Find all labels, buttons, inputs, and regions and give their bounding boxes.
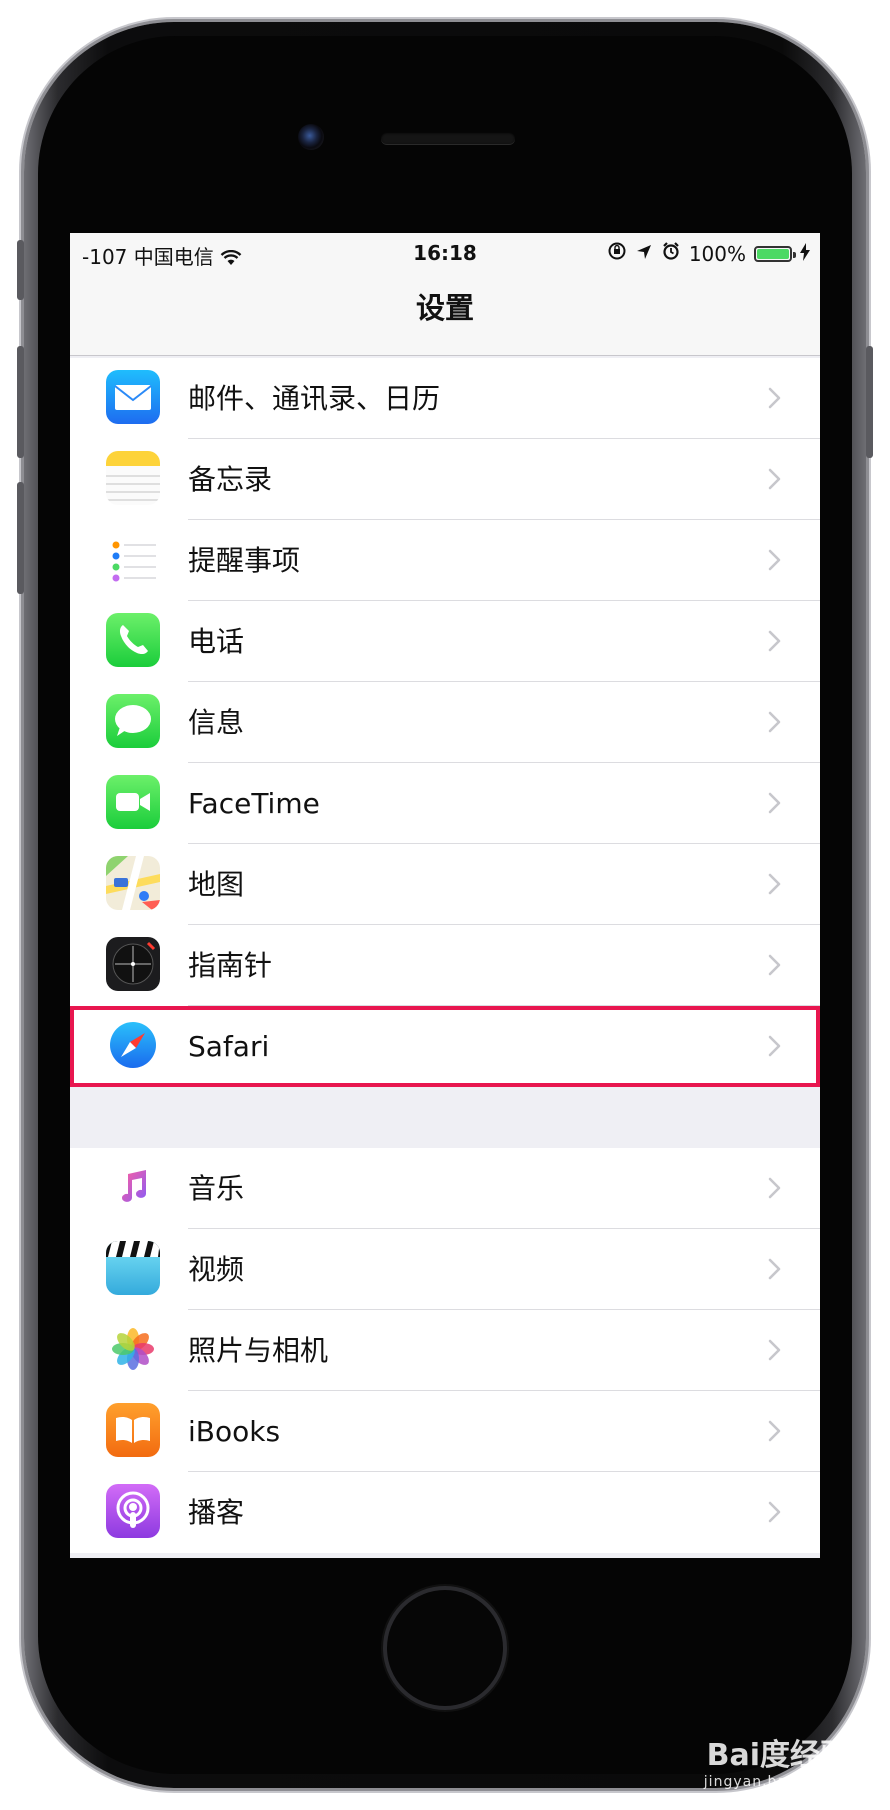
page-title: 设置 [415,291,474,325]
settings-row-label: 信息 [188,706,245,739]
chevron-right-icon [762,1419,786,1443]
settings-row-music[interactable]: 音乐 [70,1148,820,1229]
chevron-right-icon [762,1338,786,1362]
home-button[interactable] [383,1586,507,1710]
chevron-right-icon [762,1257,786,1281]
settings-row-ibooks[interactable]: iBooks [70,1391,820,1472]
phone-icon [106,613,160,667]
status-right: 100% [607,241,810,266]
settings-row-label: 地图 [188,868,245,901]
settings-row-videos[interactable]: 视频 [70,1229,820,1310]
front-camera [298,124,324,150]
chevron-right-icon [762,791,786,815]
settings-row-reminders[interactable]: 提醒事项 [70,520,820,601]
battery-icon [754,245,796,262]
settings-row-podcasts[interactable]: 播客 [70,1472,820,1553]
settings-row-label: 提醒事项 [188,544,301,577]
messages-icon [106,694,160,748]
chevron-right-icon [762,710,786,734]
power-button [866,346,873,458]
battery-tip [793,251,796,258]
settings-row-label: 指南针 [188,949,273,982]
battery-percent: 100% [688,241,746,266]
earpiece-speaker [381,132,515,144]
settings-row-label: 备忘录 [188,463,273,496]
settings-row-label: 音乐 [188,1172,245,1205]
chevron-right-icon [762,386,786,410]
settings-row-label: Safari [188,1030,270,1063]
watermark-text: Bai度经验 [706,1738,850,1773]
mute-switch [17,240,24,300]
charging-icon [800,242,810,266]
settings-row-label: 视频 [188,1253,245,1286]
chevron-right-icon [762,1176,786,1200]
maps-icon [106,856,160,910]
chevron-right-icon [762,1034,786,1058]
music-icon [106,1160,160,1214]
ibooks-icon [106,1403,160,1457]
volume-down-button [17,482,24,594]
settings-row-label: 邮件、通讯录、日历 [188,382,441,415]
chevron-right-icon [762,1500,786,1524]
settings-row-label: FaceTime [188,787,320,820]
navigation-bar: 设置 [70,273,820,356]
chevron-right-icon [762,953,786,977]
settings-row-photos[interactable]: 照片与相机 [70,1310,820,1391]
safari-icon [106,1018,160,1072]
baidu-jingyan-watermark: Bai度经验 jingyan.baidu.com [704,1730,850,1790]
settings-row-label: iBooks [188,1415,281,1448]
settings-row-facetime[interactable]: FaceTime [70,763,820,844]
chevron-right-icon [762,872,786,896]
compass-icon [106,937,160,991]
chevron-right-icon [762,548,786,572]
settings-row-notes[interactable]: 备忘录 [70,439,820,520]
watermark-sub: jingyan.baidu.com [703,1774,850,1790]
alarm-icon [661,241,681,266]
facetime-icon [106,775,160,829]
reminders-icon [106,532,160,586]
settings-group-1: 邮件、通讯录、日历 备忘录提醒事项电话信息 FaceTime 地图指南针 Safari [70,358,820,1087]
settings-row-label: 播客 [188,1496,245,1529]
battery-fill [757,248,789,259]
location-icon [635,242,653,266]
volume-up-button [17,346,24,458]
videos-icon [106,1241,160,1295]
notes-icon [106,451,160,505]
mail-icon [106,370,160,424]
settings-row-label: 照片与相机 [188,1334,329,1367]
settings-row-mail[interactable]: 邮件、通讯录、日历 [70,358,820,439]
settings-group-2: 音乐视频照片与相机 iBooks 播客 [70,1148,820,1553]
chevron-right-icon [762,467,786,491]
podcasts-icon [106,1484,160,1538]
photos-icon [106,1322,160,1376]
settings-row-safari[interactable]: Safari [70,1006,820,1087]
chevron-right-icon [762,629,786,653]
screen: -107 中国电信 16:18 100% 设置 邮件、通讯录、日历 备忘录 提醒… [70,233,820,1558]
status-bar: -107 中国电信 16:18 100% [70,233,820,273]
settings-row-messages[interactable]: 信息 [70,682,820,763]
settings-row-maps[interactable]: 地图 [70,844,820,925]
settings-row-compass[interactable]: 指南针 [70,925,820,1006]
settings-row-label: 电话 [188,625,245,658]
orientation-lock-icon [607,241,627,266]
settings-row-phone[interactable]: 电话 [70,601,820,682]
